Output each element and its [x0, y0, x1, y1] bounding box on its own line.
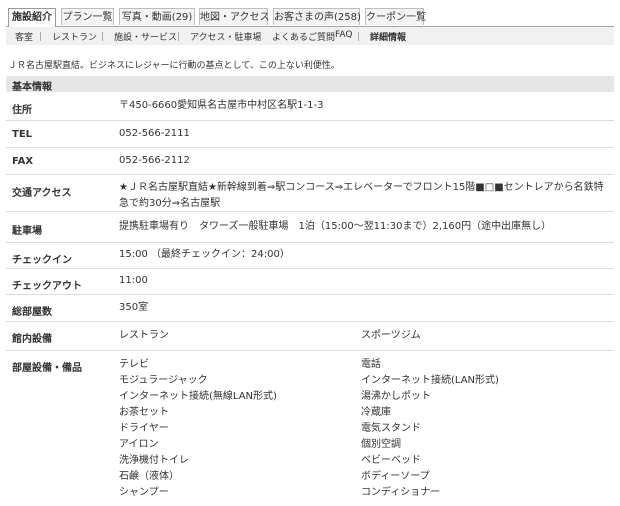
rooms-label: 総部屋数 — [12, 307, 52, 318]
amenity-item: モジュラージャック — [119, 375, 208, 386]
amenity-item: 電気スタンド — [361, 423, 421, 434]
subnav-separator — [40, 32, 41, 41]
tel-value: 052-566-2111 — [119, 128, 190, 139]
section-title: 基本情報 — [12, 82, 52, 93]
checkout-value: 11:00 — [119, 275, 148, 286]
amenity-item: ボディーソープ — [361, 471, 430, 482]
amenity-item: シャンプー — [119, 487, 169, 498]
fax-label: FAX — [12, 156, 34, 167]
amenity-item: 湯沸かしポット — [361, 391, 431, 402]
sub-navigation: 客室 レストラン 施設・サービス アクセス・駐車場 よくあるご質問 FAQ 詳細… — [6, 27, 614, 45]
checkout-label: チェックアウト — [12, 281, 82, 292]
amenity-item: インターネット接続(無線LAN形式) — [119, 391, 277, 402]
checkin-value: 15:00 （最終チェックイン：24:00） — [119, 249, 290, 260]
amenity-item: ベビーベッド — [361, 455, 421, 466]
subnav-details[interactable]: 詳細情報 — [370, 30, 406, 43]
rooms-value: 350室 — [119, 302, 149, 313]
amenities-left-list: テレビ モジュラージャック インターネット接続(無線LAN形式) お茶セット ド… — [119, 357, 277, 501]
subnav-facilities-services[interactable]: 施設・サービス — [114, 30, 177, 43]
amenity-item: 電話 — [361, 359, 381, 370]
subnav-faq-jp[interactable]: よくあるご質問 — [272, 30, 335, 43]
tab-plan-list[interactable]: プラン一覧 — [61, 8, 114, 25]
info-row-fax: FAX 052-566-2112 — [6, 148, 614, 175]
info-row-checkout: チェックアウト 11:00 — [6, 269, 614, 295]
subnav-restaurant[interactable]: レストラン — [52, 30, 97, 43]
amenity-item: 冷蔵庫 — [361, 407, 391, 418]
subnav-separator — [358, 32, 359, 41]
facility-restaurant: レストラン — [119, 330, 169, 341]
info-row-address: 住所 〒450-6660愛知県名古屋市中村区名駅1-1-3 — [6, 92, 614, 121]
info-row-amenities: 部屋設備・備品 テレビ モジュラージャック インターネット接続(無線LAN形式)… — [6, 351, 614, 506]
subnav-access-parking[interactable]: アクセス・駐車場 — [190, 30, 262, 43]
amenity-item: 洗浄機付トイレ — [119, 455, 189, 466]
tab-map-access[interactable]: 地図・アクセス — [199, 8, 270, 25]
fax-value: 052-566-2112 — [119, 155, 190, 166]
section-header: 基本情報 — [6, 76, 614, 93]
address-label: 住所 — [12, 105, 32, 116]
tel-label: TEL — [12, 129, 33, 140]
amenity-item: ドライヤー — [119, 423, 169, 434]
subnav-separator — [178, 32, 179, 41]
amenity-item: コンディショナー — [361, 487, 441, 498]
tab-coupons[interactable]: クーポン一覧 — [365, 8, 426, 25]
parking-label: 駐車場 — [12, 226, 42, 237]
amenity-item: 個別空調 — [361, 439, 401, 450]
intro-text: ＪＲ名古屋駅直結。ビジネスにレジャーに行動の基点として、この上ない利便性。 — [8, 61, 340, 71]
amenity-item: 石鹸（液体） — [119, 471, 179, 482]
access-label: 交通アクセス — [12, 188, 72, 199]
subnav-separator — [260, 32, 261, 41]
subnav-rooms[interactable]: 客室 — [15, 30, 33, 43]
amenity-item: アイロン — [119, 439, 159, 450]
address-value: 〒450-6660愛知県名古屋市中村区名駅1-1-3 — [119, 100, 324, 111]
facilities-label: 館内設備 — [12, 334, 52, 345]
info-row-facilities: 館内設備 レストラン スポーツジム — [6, 322, 614, 351]
parking-value: 提携駐車場有り タワーズ一般駐車場 1泊（15:00～翌11:30まで）2,16… — [119, 221, 552, 232]
tab-photos-videos[interactable]: 写真・動画(29) — [119, 8, 195, 25]
amenity-item: テレビ — [119, 359, 149, 370]
access-value: ★ＪＲ名古屋駅直結★新幹線到着⇒駅コンコース⇒エレベーターでフロント15階■□■… — [119, 182, 604, 209]
amenities-label: 部屋設備・備品 — [12, 363, 82, 374]
amenity-item: インターネット接続(LAN形式) — [361, 375, 499, 386]
tab-facility-intro[interactable]: 施設紹介 — [8, 8, 56, 27]
info-row-checkin: チェックイン 15:00 （最終チェックイン：24:00） — [6, 243, 614, 269]
checkin-label: チェックイン — [12, 255, 72, 266]
facility-gym: スポーツジム — [361, 330, 421, 341]
subnav-separator — [102, 32, 103, 41]
subnav-faq[interactable]: FAQ — [335, 30, 352, 40]
amenity-item: お茶セット — [119, 407, 169, 418]
info-row-tel: TEL 052-566-2111 — [6, 121, 614, 148]
info-row-access: 交通アクセス ★ＪＲ名古屋駅直結★新幹線到着⇒駅コンコース⇒エレベーターでフロン… — [6, 175, 614, 212]
tab-reviews[interactable]: お客さまの声(258) — [273, 8, 361, 25]
info-row-rooms: 総部屋数 350室 — [6, 295, 614, 322]
amenities-right-list: 電話 インターネット接続(LAN形式) 湯沸かしポット 冷蔵庫 電気スタンド 個… — [361, 357, 499, 501]
info-row-parking: 駐車場 提携駐車場有り タワーズ一般駐車場 1泊（15:00～翌11:30まで）… — [6, 212, 614, 243]
